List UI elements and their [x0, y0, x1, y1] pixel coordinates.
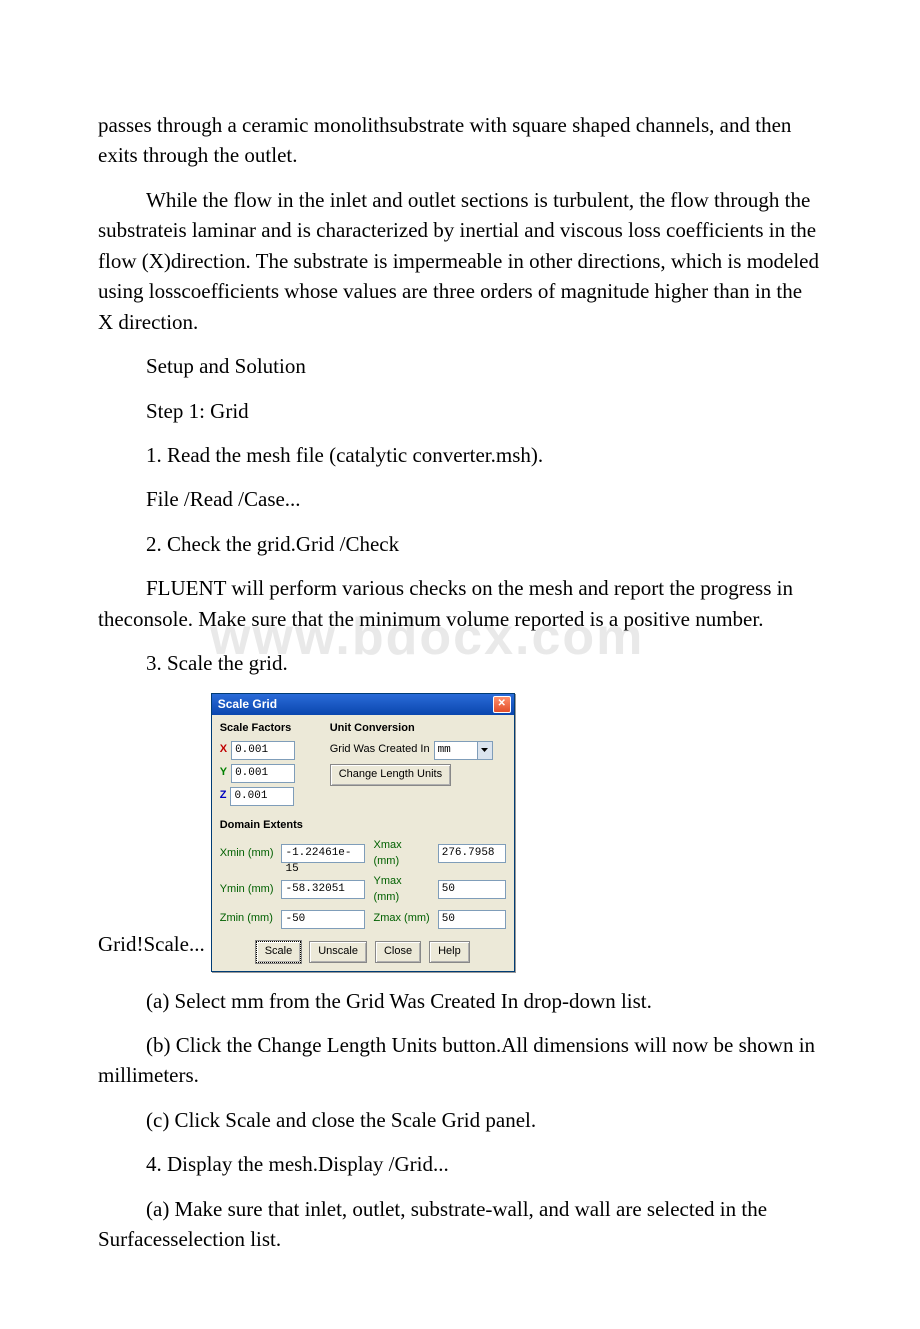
scale-x-input[interactable]: 0.001	[231, 741, 295, 760]
dialog-title: Scale Grid	[218, 696, 277, 713]
close-icon[interactable]: ✕	[493, 696, 511, 713]
grid-created-in-label: Grid Was Created In	[330, 742, 430, 758]
unscale-button[interactable]: Unscale	[309, 941, 367, 963]
zmax-value[interactable]: 50	[438, 910, 506, 929]
chevron-down-icon	[477, 742, 492, 759]
paragraph: (c) Click Scale and close the Scale Grid…	[98, 1105, 822, 1135]
xmax-label: Xmax (mm)	[373, 838, 429, 870]
grid-created-in-value: mm	[438, 744, 451, 756]
axis-y-label: Y	[220, 765, 227, 781]
scale-button[interactable]: Scale	[256, 941, 302, 963]
paragraph: (a) Select mm from the Grid Was Created …	[98, 986, 822, 1016]
dialog-titlebar: Scale Grid ✕	[212, 694, 514, 715]
xmax-value[interactable]: 276.7958	[438, 844, 506, 863]
unit-conversion-label: Unit Conversion	[330, 721, 506, 737]
zmax-label: Zmax (mm)	[373, 911, 429, 927]
paragraph: passes through a ceramic monolithsubstra…	[98, 110, 822, 171]
zmin-value[interactable]: -50	[281, 910, 365, 929]
domain-extents-label: Domain Extents	[220, 818, 506, 834]
zmin-label: Zmin (mm)	[220, 911, 274, 927]
paragraph: File /Read /Case...	[98, 484, 822, 514]
change-length-units-button[interactable]: Change Length Units	[330, 764, 451, 786]
ymax-value[interactable]: 50	[438, 880, 506, 899]
close-button[interactable]: Close	[375, 941, 421, 963]
paragraph: While the flow in the inlet and outlet s…	[98, 185, 822, 337]
scale-factors-group: Scale Factors X 0.001 Y 0.001 Z	[220, 721, 320, 810]
paragraph: 2. Check the grid.Grid /Check	[98, 529, 822, 559]
scale-y-input[interactable]: 0.001	[231, 764, 295, 783]
paragraph: FLUENT will perform various checks on th…	[98, 573, 822, 634]
ymin-label: Ymin (mm)	[220, 882, 274, 898]
paragraph: (b) Click the Change Length Units button…	[98, 1030, 822, 1091]
axis-x-label: X	[220, 742, 227, 758]
grid-created-in-select[interactable]: mm	[434, 741, 493, 760]
paragraph: 4. Display the mesh.Display /Grid...	[98, 1149, 822, 1179]
scale-z-input[interactable]: 0.001	[230, 787, 294, 806]
scale-grid-dialog: Scale Grid ✕ Scale Factors X 0.001 Y	[211, 693, 515, 972]
document-content: passes through a ceramic monolithsubstra…	[98, 110, 822, 1255]
paragraph: 3. Scale the grid.	[98, 648, 822, 678]
ymax-label: Ymax (mm)	[373, 874, 429, 906]
xmin-label: Xmin (mm)	[220, 846, 274, 862]
scale-factors-label: Scale Factors	[220, 721, 320, 737]
paragraph: Setup and Solution	[98, 351, 822, 381]
figure-prefix-text: Grid!Scale...	[98, 929, 205, 971]
axis-z-label: Z	[220, 788, 227, 804]
paragraph: Step 1: Grid	[98, 396, 822, 426]
help-button[interactable]: Help	[429, 941, 470, 963]
xmin-value[interactable]: -1.22461e-15	[281, 844, 365, 863]
unit-conversion-group: Unit Conversion Grid Was Created In mm	[330, 721, 506, 810]
domain-extents-group: Domain Extents Xmin (mm) -1.22461e-15 Xm…	[220, 818, 506, 929]
paragraph: (a) Make sure that inlet, outlet, substr…	[98, 1194, 822, 1255]
ymin-value[interactable]: -58.32051	[281, 880, 365, 899]
paragraph: 1. Read the mesh file (catalytic convert…	[98, 440, 822, 470]
